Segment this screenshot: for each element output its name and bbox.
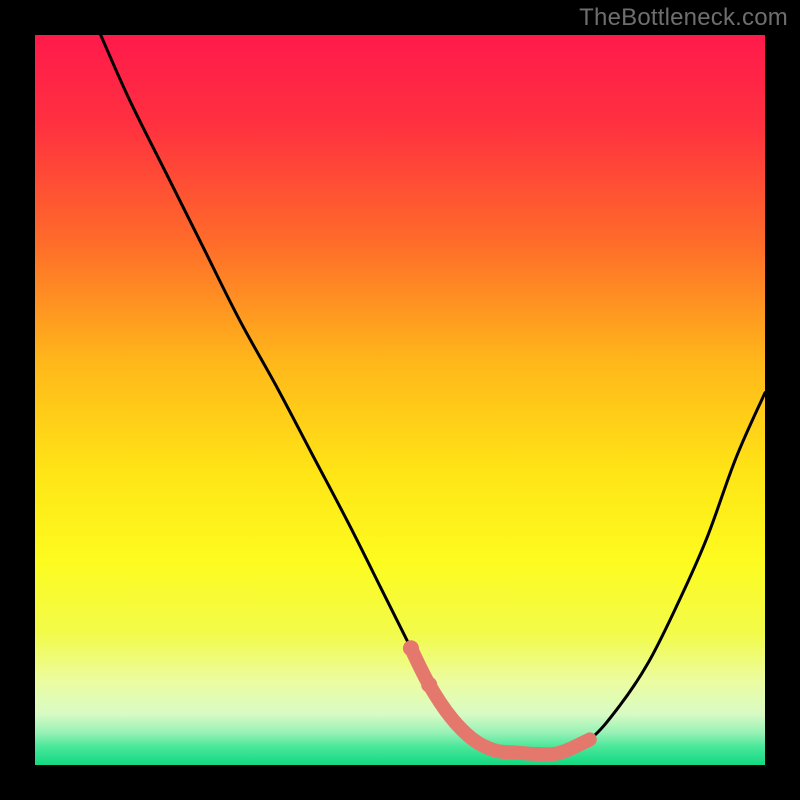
highlight-dot	[421, 677, 437, 693]
watermark-text: TheBottleneck.com	[579, 4, 788, 32]
chart-svg	[35, 35, 765, 765]
curve-group	[101, 35, 765, 754]
chart-stage: TheBottleneck.com	[0, 0, 800, 800]
highlight-dot	[403, 640, 419, 656]
plot-area	[35, 35, 765, 765]
highlight-segment	[411, 648, 590, 754]
bottleneck-curve	[101, 35, 765, 754]
